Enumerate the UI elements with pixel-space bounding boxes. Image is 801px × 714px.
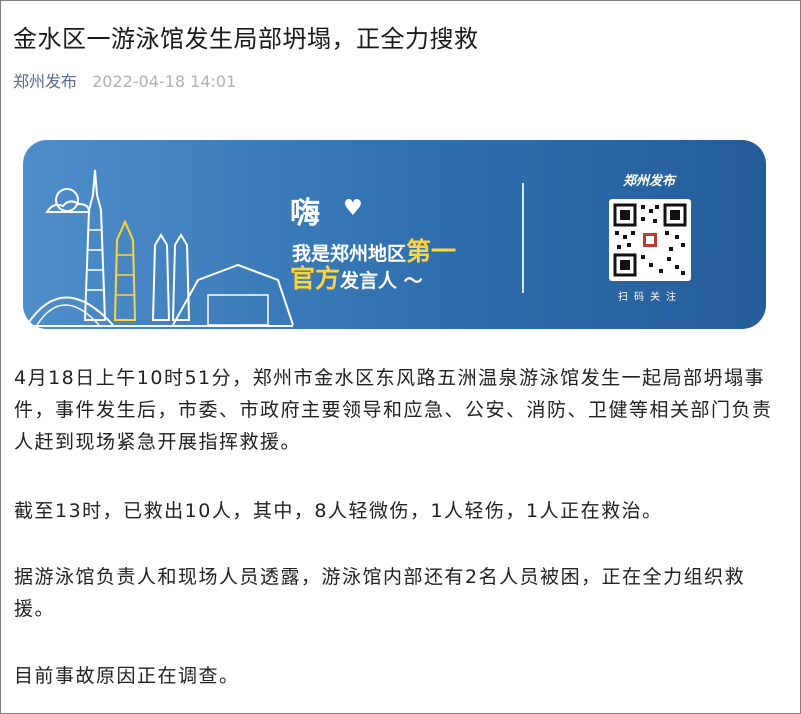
article-meta: 郑州发布 2022-04-18 14:01 xyxy=(13,70,236,94)
banner-greeting: 嗨 xyxy=(290,196,320,231)
article-title: 金水区一游泳馆发生局部坍塌，正全力搜救 xyxy=(13,25,479,53)
qr-caption: 扫码关注 xyxy=(618,292,682,303)
paragraph-1: 4月18日上午10时51分，郑州市金水区东风路五洲温泉游泳馆发生一起局部坍塌事件… xyxy=(14,367,773,453)
paragraph-2: 截至13时，已救出10人，其中，8人轻微伤，1人轻伤，1人正在救治。 xyxy=(14,500,663,522)
qr-code[interactable] xyxy=(609,199,691,281)
banner-slogan-line2: 官方发言人 ～ xyxy=(290,264,423,293)
qr-pattern-icon xyxy=(613,203,687,277)
author-link[interactable]: 郑州发布 xyxy=(13,72,77,91)
qr-logo: 郑州发布 xyxy=(622,174,675,189)
banner-divider xyxy=(522,183,524,293)
paragraph-4: 目前事故原因正在调查。 xyxy=(14,665,240,687)
paragraph-3: 据游泳馆负责人和现场人员透露，游泳馆内部还有2名人员被困，正在全力组织救援。 xyxy=(14,566,746,620)
publish-date: 2022-04-18 14:01 xyxy=(92,72,237,91)
heart-icon: ♥ xyxy=(343,196,363,221)
